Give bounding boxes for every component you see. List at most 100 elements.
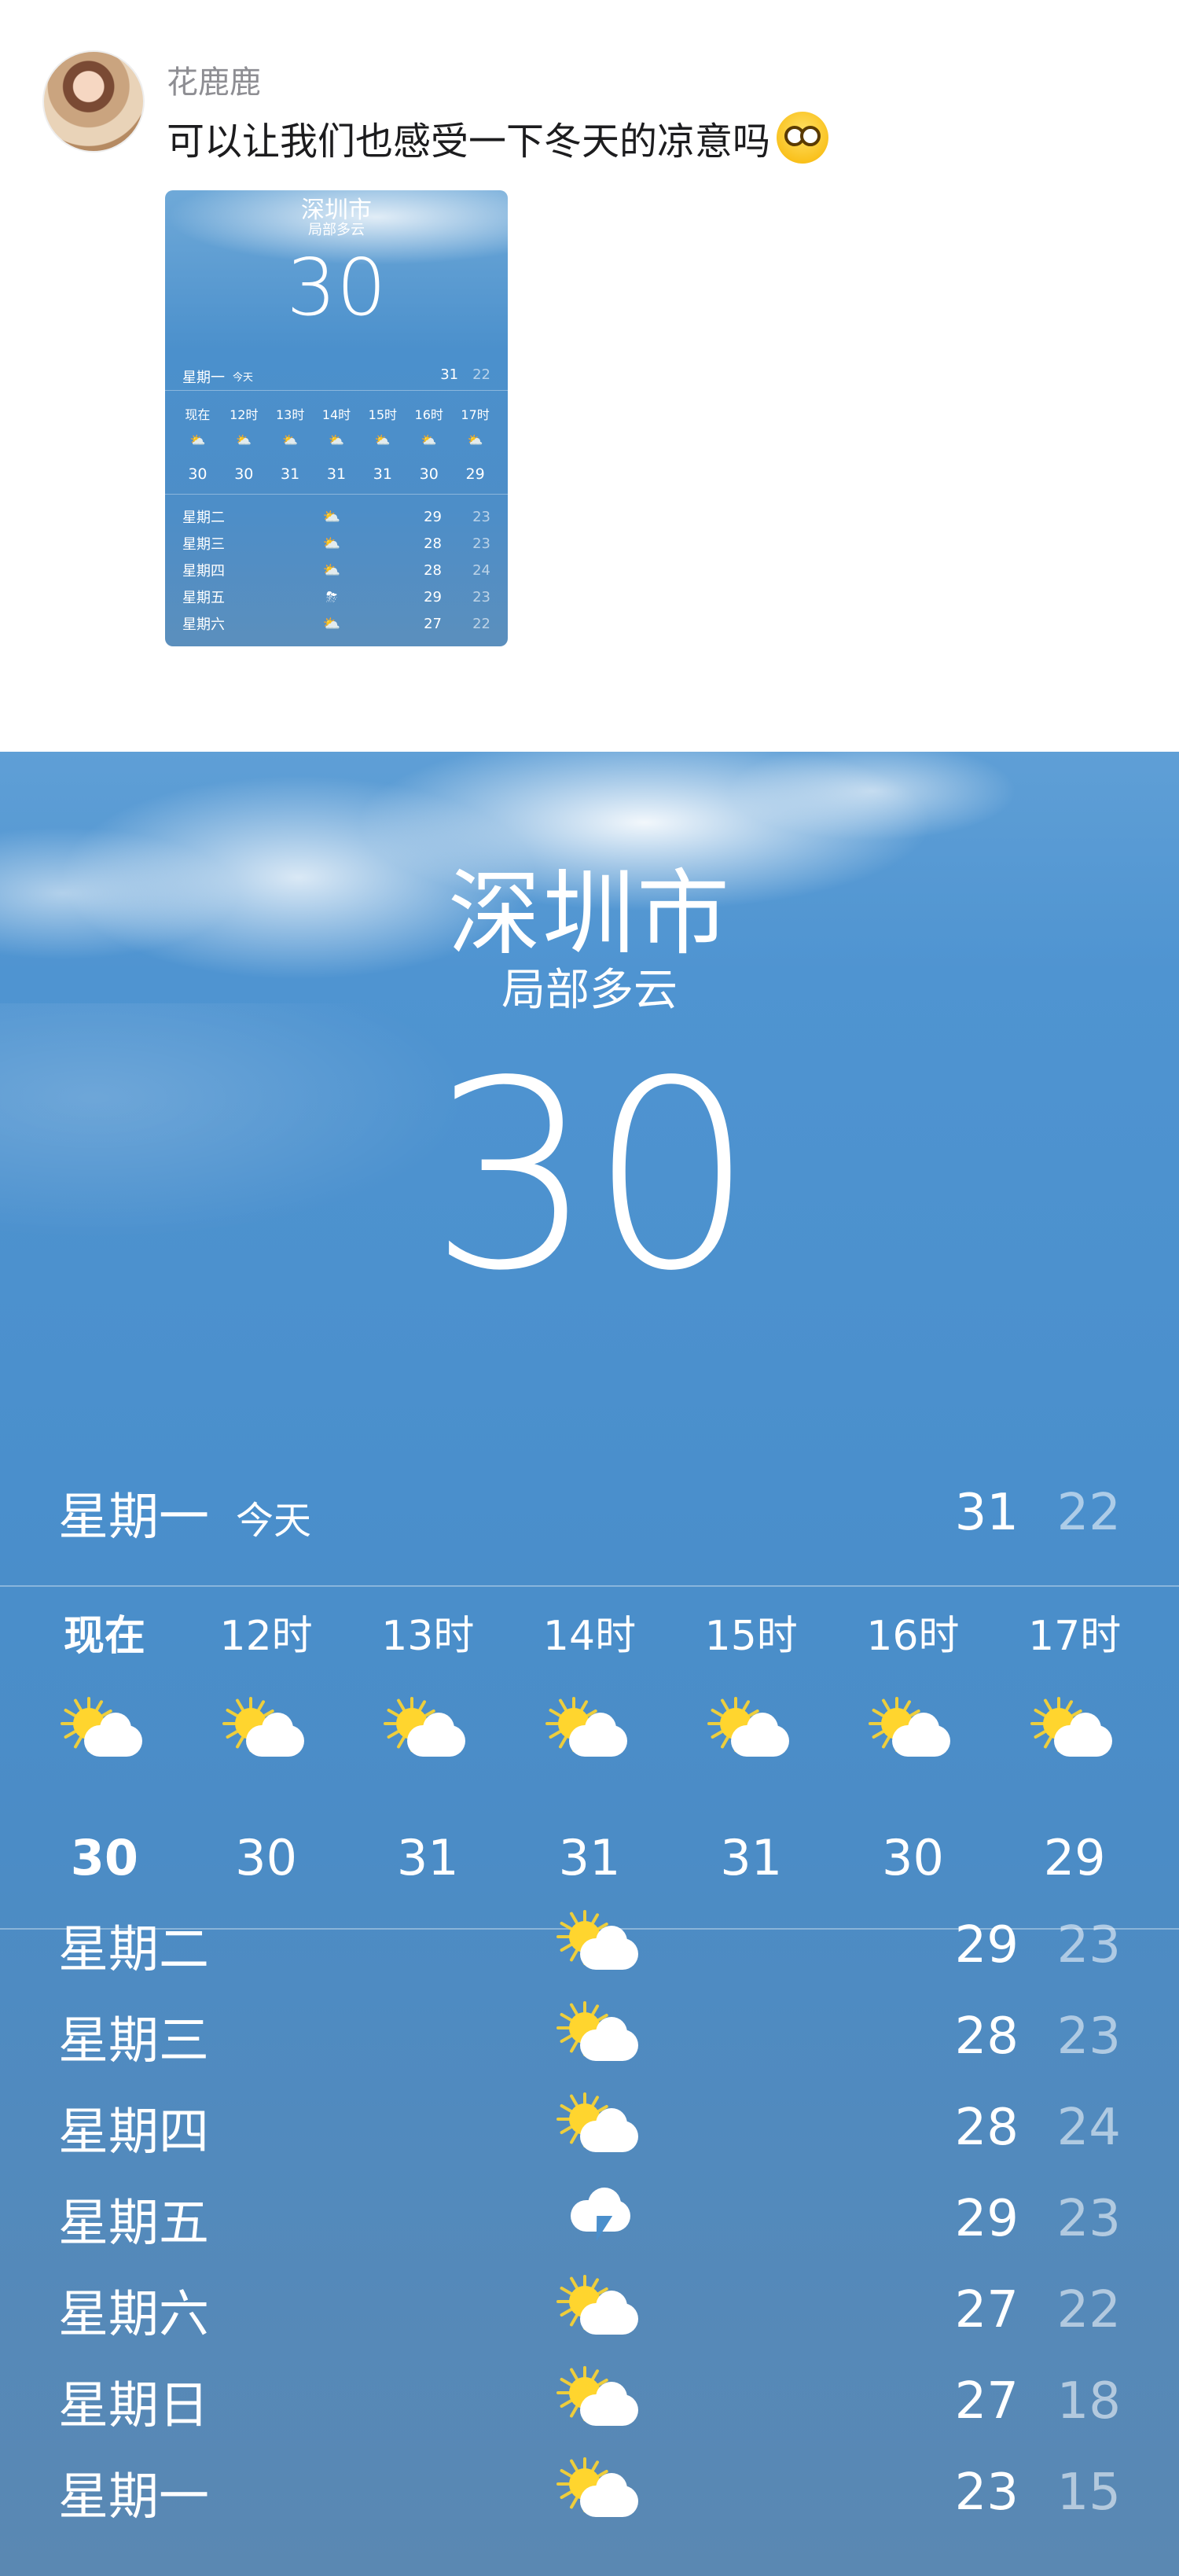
thumb-day-lo: 23 bbox=[472, 508, 490, 525]
hourly-icons bbox=[24, 1697, 1155, 1760]
daily-forecast: 星期二 29 23 星期三 28 23 星期四 28 24 星期五 29 23 星期六 27 22 星期日 27… bbox=[58, 1900, 1121, 2538]
thumb-day-row: 星期四 ⛅ 28 24 bbox=[182, 557, 490, 583]
thumb-day-name: 星期二 bbox=[182, 510, 225, 526]
hour-temp: 31 bbox=[396, 1829, 459, 1886]
partly-cloudy-icon bbox=[556, 2001, 638, 2064]
day-row: 星期二 29 23 bbox=[58, 1900, 1121, 1991]
day-icon-cell bbox=[545, 1910, 656, 1973]
hour-label: 14时 bbox=[542, 1613, 637, 1660]
thumb-today-day: 星期一 bbox=[182, 370, 225, 386]
today-row: 星期一 今天 31 22 bbox=[58, 1481, 1121, 1547]
day-icon-cell bbox=[545, 2092, 656, 2155]
hour-temp: 29 bbox=[1043, 1829, 1106, 1886]
thumb-hour-label: 13时 bbox=[275, 407, 305, 422]
partly-cloudy-icon: ⛅ bbox=[322, 615, 341, 632]
day-row: 星期六 27 22 bbox=[58, 2265, 1121, 2356]
day-row: 星期五 29 23 bbox=[58, 2173, 1121, 2265]
thumb-today-row: 星期一 今天 31 22 bbox=[182, 366, 490, 387]
day-name: 星期六 bbox=[58, 2286, 209, 2344]
hour-icon-cell bbox=[670, 1697, 832, 1760]
thumb-hour-temp: 30 bbox=[419, 466, 439, 483]
divider bbox=[165, 390, 508, 391]
divider bbox=[0, 1585, 1179, 1587]
partly-cloudy-icon bbox=[707, 1697, 789, 1760]
partly-cloudy-icon bbox=[384, 1697, 466, 1760]
thumb-hour-temp: 31 bbox=[373, 466, 392, 483]
day-high: 27 bbox=[954, 2281, 1019, 2339]
thumb-day-row: 星期二 ⛅ 29 23 bbox=[182, 503, 490, 530]
divider bbox=[165, 494, 508, 495]
current-temperature: 30 bbox=[429, 1025, 755, 1327]
partly-cloudy-icon: ⛅ bbox=[236, 432, 252, 447]
partly-cloudy-icon: ⛅ bbox=[329, 432, 344, 447]
partly-cloudy-icon bbox=[556, 1910, 638, 1973]
thumb-daily-forecast: 星期二 ⛅ 29 23 星期三 ⛅ 28 23 星期四 ⛅ 28 24 星期五 … bbox=[182, 503, 490, 637]
weather-image-thumbnail[interactable]: 深圳市 局部多云 30 星期一 今天 31 22 现在 12时 13时 14时 … bbox=[165, 190, 508, 646]
hourly-labels[interactable]: 现在 12时 13时 14时 15时 16时 17时 bbox=[24, 1603, 1155, 1662]
thumb-day-lo: 22 bbox=[472, 615, 490, 632]
thumb-day-hi: 28 bbox=[424, 561, 442, 579]
hour-temp: 30 bbox=[235, 1829, 298, 1886]
thumb-hour-temp: 30 bbox=[234, 466, 254, 483]
thumb-hour-label: 现在 bbox=[185, 407, 211, 422]
hour-icon-cell bbox=[185, 1697, 347, 1760]
avatar[interactable] bbox=[42, 50, 145, 153]
thunderstorm-icon: ⛈ bbox=[325, 588, 338, 605]
day-icon-cell bbox=[545, 2001, 656, 2064]
thumb-hour-label: 14时 bbox=[321, 407, 351, 422]
day-high: 28 bbox=[954, 2099, 1019, 2157]
thumb-day-name: 星期五 bbox=[182, 590, 225, 606]
day-high: 28 bbox=[954, 2007, 1019, 2066]
thumb-day-row: 星期六 ⛅ 27 22 bbox=[182, 610, 490, 637]
weather-screenshot: 深圳市 局部多云 30 星期一 今天 31 22 现在 12时 13时 14时 … bbox=[0, 752, 1179, 2576]
thumb-day-hi: 29 bbox=[424, 508, 442, 525]
hour-temp: 30 bbox=[70, 1829, 138, 1886]
hourly-temperatures: 30 30 31 31 31 30 29 bbox=[24, 1829, 1155, 1886]
hour-icon-cell bbox=[509, 1697, 670, 1760]
thumb-day-name: 星期六 bbox=[182, 616, 225, 633]
thumb-today-lo: 22 bbox=[472, 366, 490, 383]
day-name: 星期四 bbox=[58, 2103, 209, 2162]
thumb-today-tag: 今天 bbox=[233, 372, 254, 384]
day-low: 18 bbox=[1056, 2372, 1121, 2431]
post-text: 可以让我们也感受一下冬天的凉意吗 bbox=[167, 110, 829, 165]
weather-condition: 局部多云 bbox=[501, 965, 678, 1016]
day-row: 星期一 23 15 bbox=[58, 2447, 1121, 2538]
thumb-hour-temp: 31 bbox=[326, 466, 347, 483]
partly-cloudy-icon: ⛅ bbox=[282, 432, 299, 447]
thunderstorm-icon bbox=[563, 2188, 638, 2250]
partly-cloudy-icon: ⛅ bbox=[374, 432, 391, 447]
username[interactable]: 花鹿鹿 bbox=[167, 57, 261, 102]
hour-icon-cell bbox=[832, 1697, 994, 1760]
hour-icon-cell bbox=[24, 1697, 185, 1760]
thumb-day-hi: 27 bbox=[424, 615, 442, 632]
today-day: 星期一 bbox=[58, 1489, 209, 1547]
day-name: 星期三 bbox=[58, 2012, 209, 2070]
thumb-hour-label: 12时 bbox=[230, 407, 259, 422]
partly-cloudy-icon bbox=[1030, 1697, 1113, 1760]
hour-icon-cell bbox=[347, 1697, 509, 1760]
partly-cloudy-icon bbox=[60, 1697, 142, 1760]
hour-temp: 31 bbox=[558, 1829, 621, 1886]
day-name: 星期日 bbox=[58, 2377, 209, 2435]
social-post: 花鹿鹿 可以让我们也感受一下冬天的凉意吗 深圳市 局部多云 30 星期一 今天 … bbox=[0, 0, 1179, 752]
thumb-hours: 现在 12时 13时 14时 15时 16时 17时 bbox=[174, 404, 498, 423]
thumb-today-hi: 31 bbox=[440, 366, 459, 383]
hour-label: 17时 bbox=[1028, 1613, 1122, 1660]
partly-cloudy-icon bbox=[556, 2092, 638, 2155]
hour-temp: 30 bbox=[882, 1829, 944, 1886]
post-text-content: 可以让我们也感受一下冬天的凉意吗 bbox=[167, 120, 771, 164]
day-row: 星期四 28 24 bbox=[58, 2082, 1121, 2173]
partly-cloudy-icon bbox=[556, 2366, 638, 2429]
thumb-day-lo: 23 bbox=[472, 588, 490, 605]
day-high: 29 bbox=[954, 2190, 1019, 2248]
day-high: 29 bbox=[954, 1916, 1019, 1974]
thumb-hour-temp: 30 bbox=[188, 466, 208, 483]
thumb-hour-icons: ⛅ ⛅ ⛅ ⛅ ⛅ ⛅ ⛅ bbox=[174, 432, 498, 447]
thumb-hour-label: 16时 bbox=[414, 407, 443, 422]
thumb-day-lo: 24 bbox=[472, 561, 490, 579]
thumb-hour-label: 15时 bbox=[368, 407, 398, 422]
thumb-condition: 局部多云 bbox=[308, 222, 365, 238]
thumb-day-name: 星期四 bbox=[182, 563, 225, 580]
thumb-hour-temps: 30 30 31 31 31 30 29 bbox=[174, 466, 498, 483]
